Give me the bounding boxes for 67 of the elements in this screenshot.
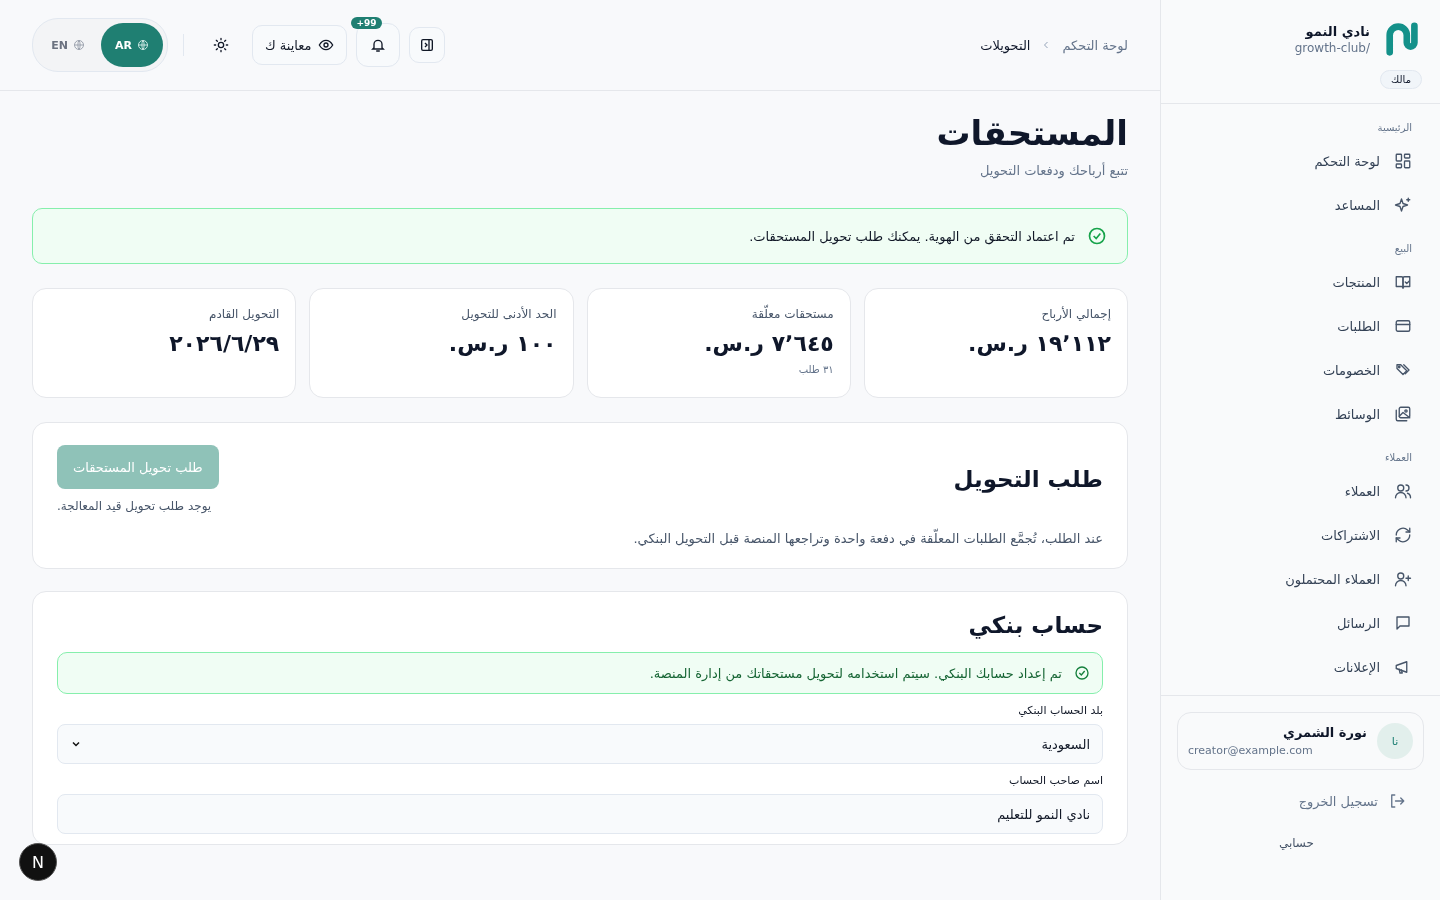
- book-icon: [1394, 273, 1412, 291]
- nav-item[interactable]: الرسائل: [1179, 601, 1412, 645]
- field-label: بلد الحساب البنكي: [1017, 704, 1103, 717]
- logout-icon: [1388, 792, 1406, 810]
- field-label: اسم صاحب الحساب: [1008, 774, 1103, 787]
- nav-item[interactable]: العملاء المحتملون: [1179, 557, 1412, 601]
- breadcrumb-current: التحويلات: [980, 37, 1031, 53]
- section-title: العملاء: [1383, 452, 1412, 463]
- users-icon: [1394, 482, 1412, 500]
- refresh-icon: [1394, 526, 1412, 544]
- check-circle-icon: [1087, 226, 1107, 246]
- country-select[interactable]: السعودية: [57, 724, 1103, 764]
- section-heading: حساب بنكي: [967, 612, 1103, 638]
- language-option[interactable]: EN: [37, 23, 99, 67]
- user-email: creator@example.com: [1188, 744, 1314, 757]
- sparkle-icon: [1394, 196, 1412, 214]
- stat-label: إجمالي الأرباح: [1040, 307, 1111, 321]
- nav-item[interactable]: الطلبات: [1179, 304, 1412, 348]
- page-title: المستحقات: [935, 113, 1128, 153]
- check-circle-icon: [1074, 665, 1090, 681]
- sun-icon: [213, 37, 229, 53]
- section-title: الرئيسية: [1376, 122, 1412, 133]
- stat-value: ١٩٬١١٢ ر.س.: [967, 331, 1111, 356]
- stat-value: ٢٠٢٦/٦/٢٩: [168, 331, 280, 356]
- nav-item[interactable]: المنتجات: [1179, 260, 1412, 304]
- nav-item[interactable]: العملاء: [1179, 469, 1412, 513]
- stat-note: ٣١ طلب: [797, 364, 834, 375]
- nav-item[interactable]: الاشتراكات: [1179, 513, 1412, 557]
- card-icon: [1394, 317, 1412, 335]
- input-field[interactable]: نادي النمو للتعليم: [57, 794, 1103, 834]
- bell-icon: [369, 37, 386, 53]
- preview-button[interactable]: معاينة ك: [252, 25, 347, 65]
- dev-indicator[interactable]: N: [19, 843, 57, 881]
- breadcrumb-link[interactable]: لوحة التحكم: [1062, 37, 1128, 53]
- section-heading: طلب التحويل: [953, 466, 1103, 492]
- grid-icon: [1394, 152, 1412, 170]
- language-option[interactable]: AR: [101, 23, 163, 67]
- alert-text: تم إعداد حسابك البنكي. سيتم استخدامه لتحويل مستحقاتك من إدارة المنصة.: [649, 665, 1062, 681]
- logout-link[interactable]: تسجيل الخروج: [1161, 770, 1440, 810]
- image-icon: [1394, 405, 1412, 423]
- role-badge: مالك: [1380, 70, 1422, 89]
- nav-item[interactable]: المساعد: [1179, 183, 1412, 227]
- brand-slug: growth-club/: [1294, 40, 1370, 55]
- eye-icon: [317, 37, 334, 53]
- globe-icon: [72, 39, 85, 51]
- page-subtitle: تتبع أرباحك ودفعات التحويل: [978, 163, 1128, 178]
- section-title: البيع: [1393, 243, 1412, 254]
- account-link[interactable]: حسابي: [1161, 810, 1314, 850]
- stat-label: الحد الأدنى للتحويل: [460, 307, 557, 321]
- nav-item[interactable]: الإعلانات: [1179, 645, 1412, 689]
- globe-icon: [137, 39, 149, 51]
- nav-item[interactable]: الخصومات: [1179, 348, 1412, 392]
- nav-item[interactable]: لوحة التحكم: [1179, 139, 1412, 183]
- button-note: يوجد طلب تحويل قيد المعالجة.: [57, 499, 212, 513]
- nav-item[interactable]: الوسائط: [1179, 392, 1412, 436]
- alert-text: تم اعتماد التحقق من الهوية. يمكنك طلب تحويل المستحقات.: [749, 228, 1075, 244]
- notification-badge: +99: [351, 17, 382, 29]
- brand-name: نادي النمو: [1304, 23, 1370, 39]
- sidebar-toggle-button[interactable]: [408, 27, 445, 63]
- stat-value: ١٠٠ ر.س.: [447, 331, 557, 356]
- avatar: نا: [1377, 723, 1413, 759]
- message-icon: [1394, 614, 1412, 632]
- userplus-icon: [1394, 570, 1412, 588]
- panel-icon: [418, 37, 435, 53]
- stat-value: ٧٬٦٤٥ ر.س.: [703, 331, 834, 356]
- stat-label: التحويل القادم: [207, 307, 280, 321]
- user-name: نورة الشمري: [1282, 725, 1367, 740]
